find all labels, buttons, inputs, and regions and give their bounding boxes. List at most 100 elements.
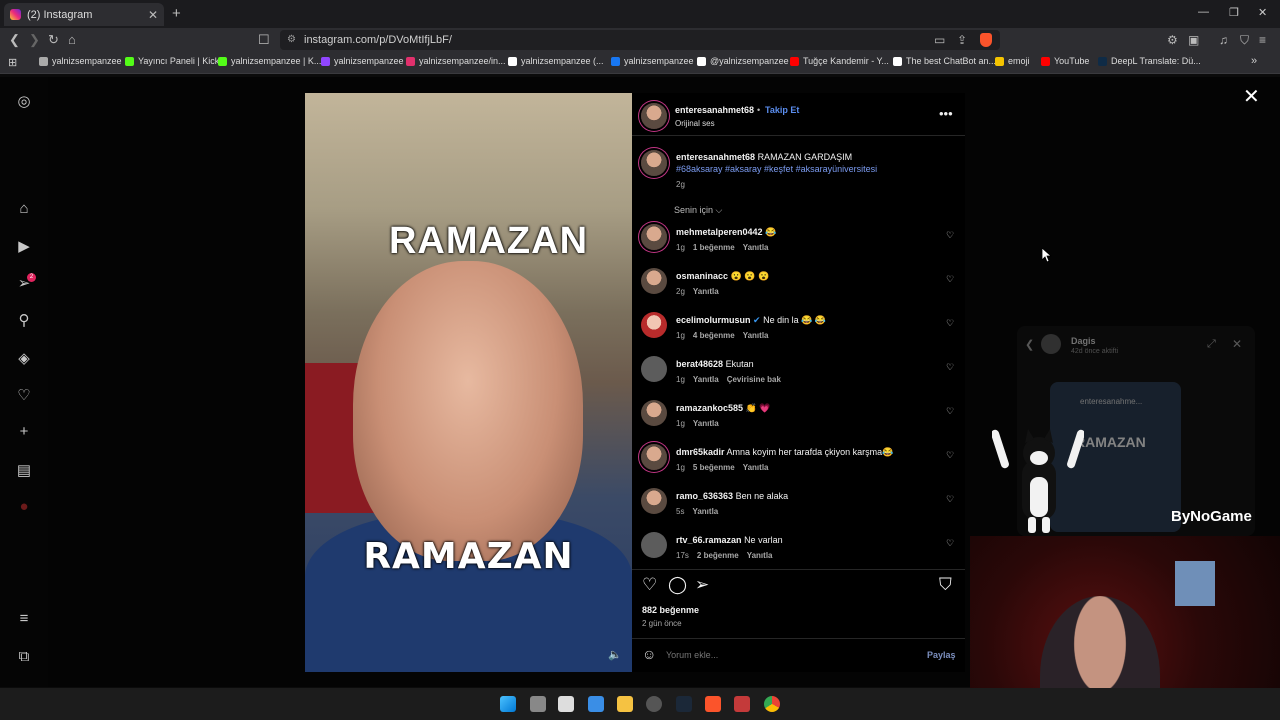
likes-count[interactable]: 882 beğenme: [642, 605, 699, 615]
comment-bubble-icon[interactable]: ◯: [668, 575, 687, 595]
like-comment-heart-icon[interactable]: ♡: [946, 274, 954, 285]
comment-input[interactable]: [666, 647, 906, 663]
comment-username[interactable]: osmaninacc: [676, 271, 728, 281]
comment-likes[interactable]: 2 beğenme: [697, 551, 739, 560]
media-player-icon[interactable]: [734, 696, 750, 712]
start-menu-icon[interactable]: [500, 696, 516, 712]
reply-button[interactable]: Yanıtla: [743, 243, 769, 252]
browser-tab[interactable]: (2) Instagram ✕: [4, 3, 164, 26]
reply-button[interactable]: Yanıtla: [693, 419, 719, 428]
like-comment-heart-icon[interactable]: ♡: [946, 318, 954, 329]
reply-button[interactable]: Yanıtla: [692, 507, 718, 516]
task-view-icon[interactable]: [530, 696, 546, 712]
caption-username[interactable]: enteresanahmet68: [676, 152, 755, 162]
obs-icon[interactable]: [646, 696, 662, 712]
bookmark-item[interactable]: yalnizsempanzee (...: [508, 56, 604, 66]
author-username[interactable]: enteresanahmet68: [675, 105, 754, 115]
bookmark-item[interactable]: yalnizsempanzee/in...: [406, 56, 506, 66]
like-comment-heart-icon[interactable]: ♡: [946, 538, 954, 549]
bookmark-item[interactable]: @yalnizsempanzee: [697, 56, 789, 66]
bookmark-item[interactable]: yalnizsempanzee: [321, 56, 404, 66]
share-paper-plane-icon[interactable]: ➢: [695, 575, 709, 595]
also-from-meta-icon[interactable]: ⧉: [15, 648, 33, 665]
explore-icon[interactable]: ◈: [15, 349, 33, 367]
comment-likes[interactable]: 5 beğenme: [693, 463, 735, 472]
volume-icon[interactable]: 🔈: [608, 648, 622, 661]
sidebar-toggle-icon[interactable]: ▣: [1188, 33, 1199, 47]
cast-icon[interactable]: ▭: [934, 33, 945, 47]
see-translation-button[interactable]: Çevirisine bak: [727, 375, 781, 384]
bookmark-item[interactable]: yalnizsempanzee | K...: [218, 56, 321, 66]
dashboard-icon[interactable]: ▤: [15, 461, 33, 479]
new-tab-button[interactable]: +: [172, 5, 181, 22]
file-explorer-icon[interactable]: [617, 696, 633, 712]
comment-avatar[interactable]: [641, 268, 667, 294]
comment-avatar[interactable]: [641, 224, 667, 250]
reply-button[interactable]: Yanıtla: [743, 331, 769, 340]
emoji-picker-icon[interactable]: ☺: [642, 646, 656, 662]
reply-button[interactable]: Yanıtla: [743, 463, 769, 472]
more-menu-icon[interactable]: ≡: [15, 610, 33, 627]
minimize-button[interactable]: —: [1198, 6, 1209, 18]
close-modal-icon[interactable]: ✕: [1243, 84, 1260, 109]
reply-button[interactable]: Yanıtla: [693, 375, 719, 384]
snipping-tool-icon[interactable]: [558, 696, 574, 712]
comment-username[interactable]: dmr65kadir: [676, 447, 725, 457]
media-icon[interactable]: ♫: [1219, 33, 1228, 47]
back-button[interactable]: ❮: [9, 32, 20, 48]
brave-browser-icon[interactable]: [705, 696, 721, 712]
steam-icon[interactable]: [676, 696, 692, 712]
search-icon[interactable]: ⚲: [15, 311, 33, 329]
like-comment-heart-icon[interactable]: ♡: [946, 230, 954, 241]
comment-avatar[interactable]: [641, 444, 667, 470]
tab-close-icon[interactable]: ✕: [148, 8, 158, 22]
bookmark-item[interactable]: yalnizsempanzee: [611, 56, 694, 66]
comment-username[interactable]: ecelimolurmusun: [676, 315, 751, 325]
comment-avatar[interactable]: [641, 312, 667, 338]
more-bookmarks-icon[interactable]: »: [1251, 55, 1257, 67]
comment-username[interactable]: mehmetalperen0442: [676, 227, 763, 237]
instagram-logo-icon[interactable]: ◎: [15, 92, 33, 110]
home-icon[interactable]: ⌂: [15, 200, 33, 217]
caption-hashtags[interactable]: #68aksaray #aksaray #keşfet #aksarayüniv…: [676, 164, 877, 174]
caption-avatar[interactable]: [641, 150, 667, 176]
reload-button[interactable]: ↻: [48, 32, 59, 48]
like-comment-heart-icon[interactable]: ♡: [946, 406, 954, 417]
bookmark-item[interactable]: YouTube: [1041, 56, 1089, 66]
comment-username[interactable]: ramazankoc585: [676, 403, 743, 413]
share-icon[interactable]: ⇪: [957, 33, 967, 47]
chrome-icon[interactable]: [764, 696, 780, 712]
window-close-button[interactable]: ✕: [1258, 6, 1267, 19]
save-bookmark-icon[interactable]: ⛉: [939, 575, 952, 595]
brave-shields-icon[interactable]: [980, 33, 992, 47]
audio-label[interactable]: Orijinal ses: [675, 119, 715, 128]
forward-button[interactable]: ❯: [29, 32, 40, 48]
comment-avatar[interactable]: [641, 356, 667, 382]
reels-icon[interactable]: ▶: [15, 237, 33, 255]
like-comment-heart-icon[interactable]: ♡: [946, 450, 954, 461]
comment-avatar[interactable]: [641, 400, 667, 426]
bookmark-item[interactable]: DeepL Translate: Dü...: [1098, 56, 1201, 66]
reply-button[interactable]: Yanıtla: [747, 551, 773, 560]
bookmark-item[interactable]: emoji: [995, 56, 1030, 66]
site-info-icon[interactable]: ⚙: [287, 30, 296, 50]
apps-grid-icon[interactable]: ⊞: [8, 56, 17, 69]
close-popup-icon[interactable]: ✕: [1232, 337, 1242, 351]
follow-button[interactable]: Takip Et: [765, 105, 799, 115]
bookmark-item[interactable]: Yayıncı Paneli | Kick: [125, 56, 219, 66]
extensions-icon[interactable]: ⚙: [1167, 33, 1178, 47]
vpn-shield-icon[interactable]: ⛉: [1240, 33, 1249, 48]
comment-avatar[interactable]: [641, 532, 667, 558]
like-comment-heart-icon[interactable]: ♡: [946, 494, 954, 505]
create-icon[interactable]: +: [15, 423, 33, 440]
like-comment-heart-icon[interactable]: ♡: [946, 362, 954, 373]
home-button[interactable]: ⌂: [68, 32, 76, 47]
comment-username[interactable]: berat48628: [676, 359, 723, 369]
bookmark-item[interactable]: yalnizsempanzee: [39, 56, 122, 66]
comment-username[interactable]: ramo_636363: [676, 491, 733, 501]
comment-avatar[interactable]: [641, 488, 667, 514]
expand-icon[interactable]: ⤢: [1207, 338, 1216, 351]
comment-username[interactable]: rtv_66.ramazan: [676, 535, 742, 545]
photos-icon[interactable]: [588, 696, 604, 712]
notifications-heart-icon[interactable]: ♡: [15, 386, 33, 404]
